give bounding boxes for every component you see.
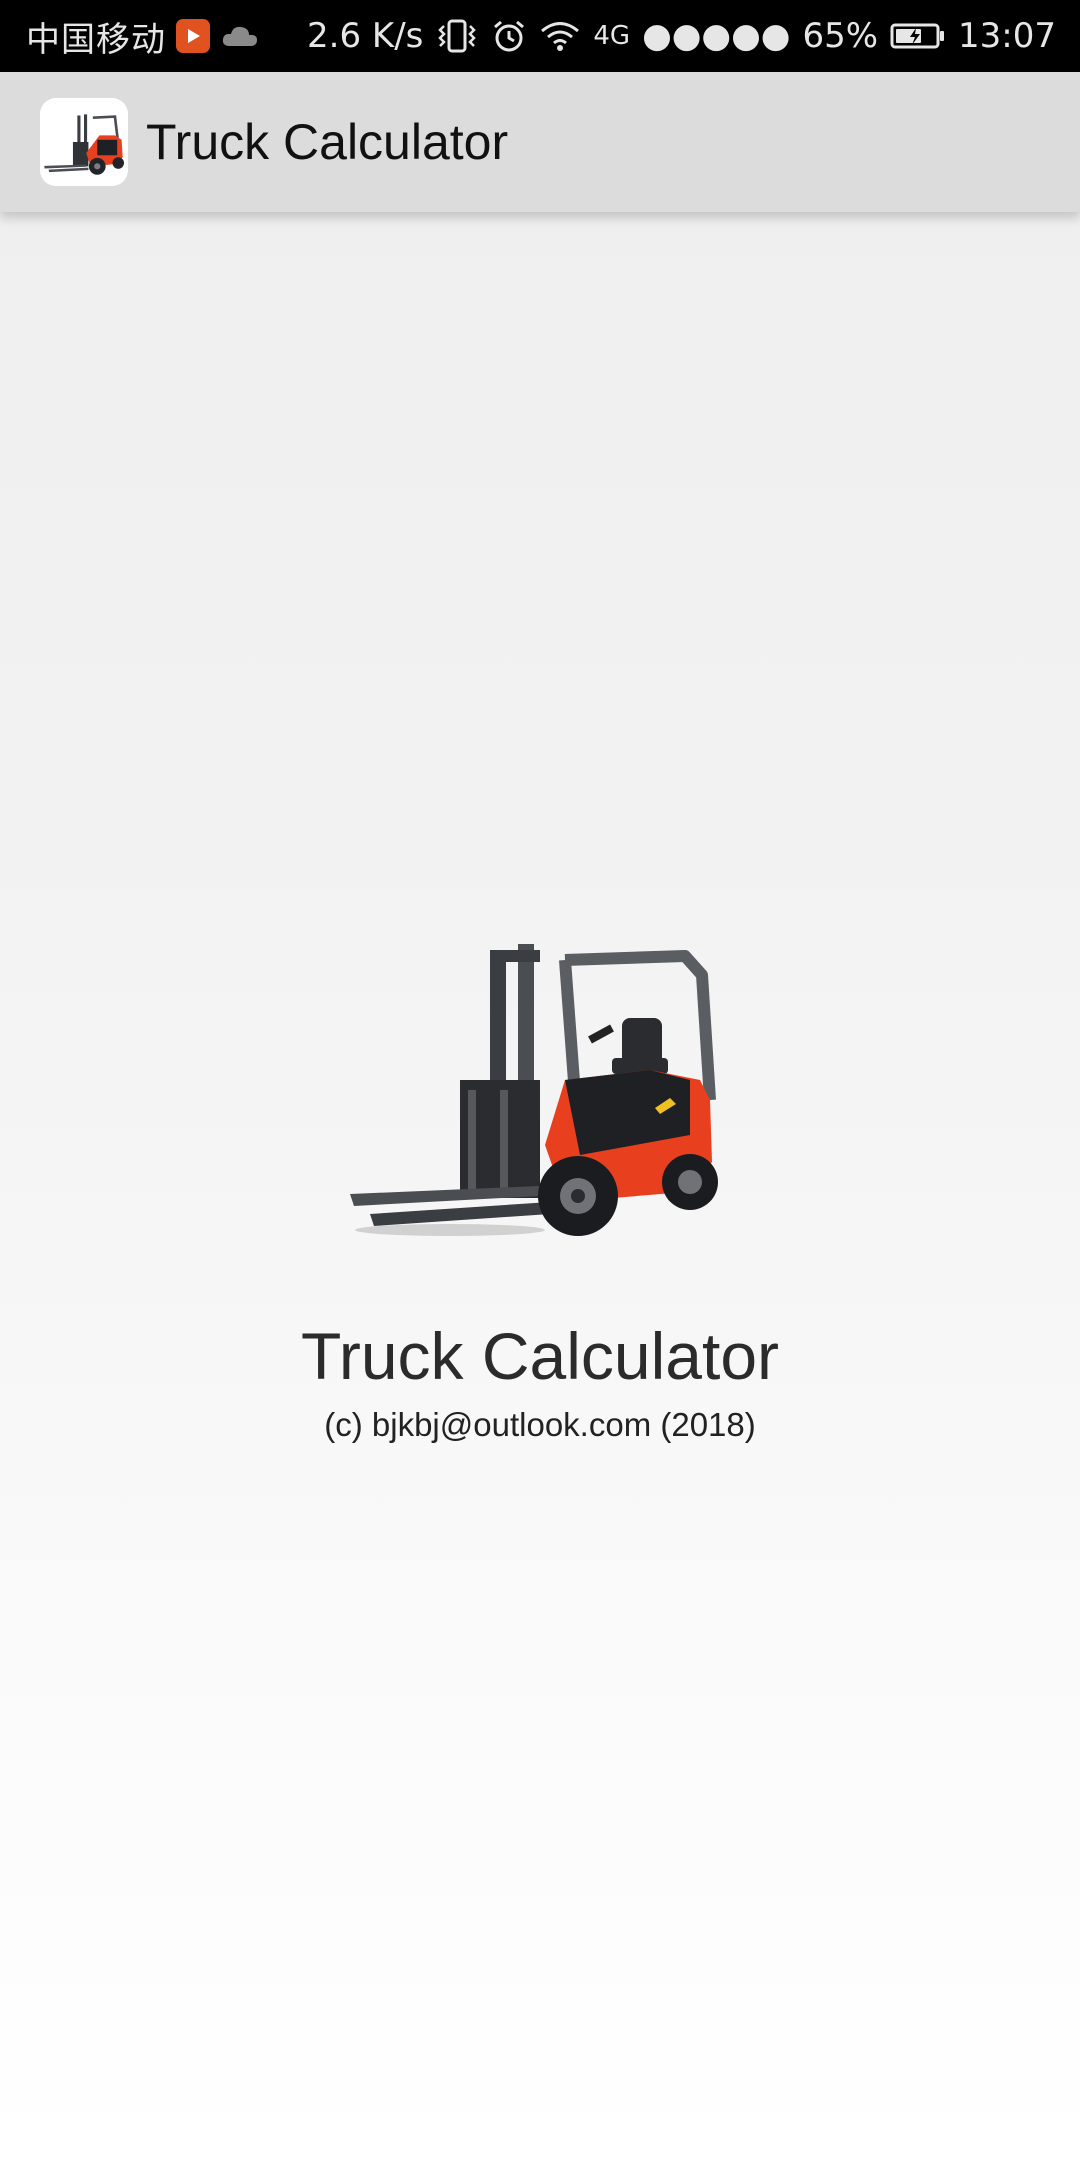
vibrate-icon [435, 18, 479, 54]
signal-strength: ●●●●● [642, 16, 791, 56]
copyright-text: (c) bjkbj@outlook.com (2018) [324, 1406, 756, 1443]
forklift-image [350, 930, 730, 1250]
carrier-name: 中国移动 [26, 19, 166, 60]
app-bar: Truck Calculator [0, 72, 1080, 212]
wifi-icon [539, 20, 581, 52]
network-type: 4G [593, 21, 631, 51]
network-speed: 2.6 K/s [307, 16, 424, 56]
battery-percent: 65% [802, 16, 879, 56]
cloud-icon [220, 22, 260, 50]
splash-title: Truck Calculator [300, 1319, 780, 1393]
app-title: Truck Calculator [146, 114, 509, 170]
status-bar: 中国移动 2.6 K/s 4G ●●●●● 65% 13:07 [0, 0, 1080, 72]
forklift-icon [40, 98, 128, 186]
alarm-icon [491, 18, 527, 54]
battery-icon [890, 22, 946, 50]
video-app-icon [176, 19, 210, 53]
clock-time: 13:07 [958, 16, 1056, 56]
